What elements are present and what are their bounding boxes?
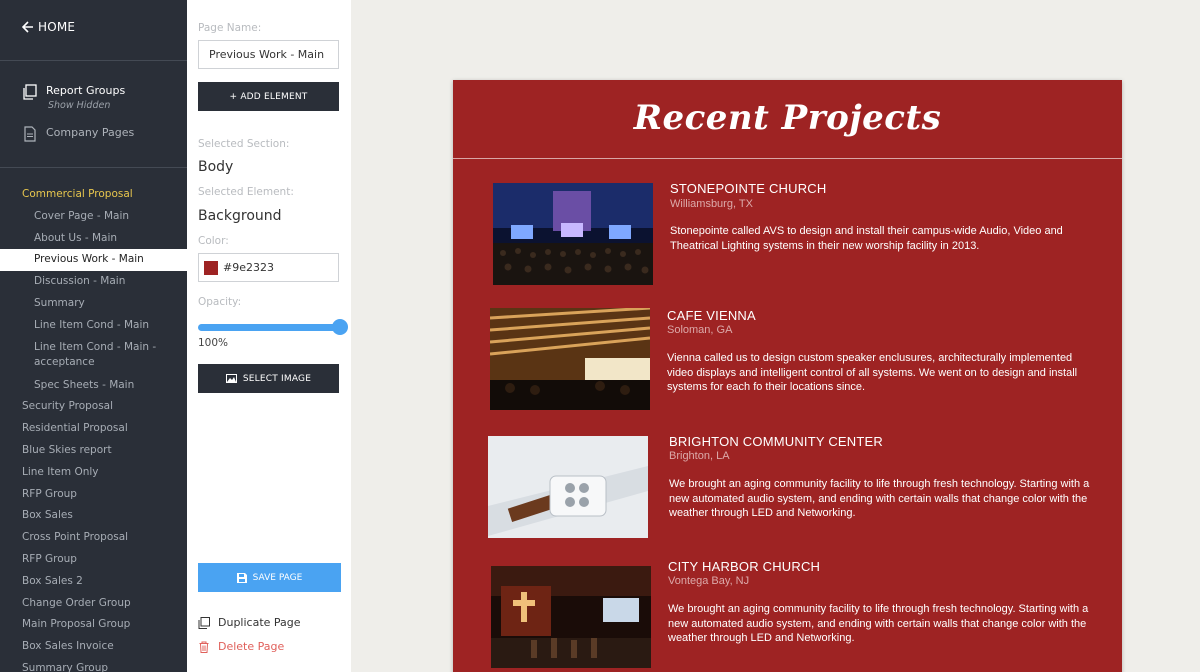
project-image-cafe-vienna[interactable] (490, 308, 650, 410)
save-page-button[interactable]: SAVE PAGE (198, 563, 341, 592)
trash-icon (199, 641, 209, 653)
save-icon (236, 572, 247, 583)
company-pages-label: Company Pages (46, 126, 135, 139)
home-link[interactable]: HOME (22, 20, 75, 34)
project-location[interactable]: Williamsburg, TX (670, 198, 753, 210)
opacity-slider-track[interactable] (198, 324, 343, 331)
page-preview[interactable]: Recent Projects STONEPOINTE CHURCH Willi… (453, 80, 1122, 672)
sidebar: HOME Report Groups Show Hidden Company P… (0, 0, 187, 672)
nav-group-rfp-group[interactable]: RFP Group (0, 484, 187, 506)
save-page-label: SAVE PAGE (252, 572, 303, 583)
selected-section-label: Selected Section: (198, 138, 290, 150)
color-label: Color: (198, 235, 229, 247)
nav-page-cover-page[interactable]: Cover Page - Main (0, 206, 187, 228)
nav-page-line-item-cond[interactable]: Line Item Cond - Main (0, 315, 187, 337)
document-icon (24, 126, 36, 142)
select-image-button[interactable]: SELECT IMAGE (198, 364, 339, 393)
nav-page-spec-sheets[interactable]: Spec Sheets - Main (0, 375, 187, 397)
company-pages-link[interactable]: Company Pages (22, 126, 134, 142)
project-image-city-harbor[interactable] (491, 566, 651, 668)
opacity-slider-handle[interactable] (332, 319, 348, 335)
color-value: #9e2323 (223, 261, 274, 274)
report-groups-label: Report Groups (46, 84, 126, 97)
project-name[interactable]: STONEPOINTE CHURCH (670, 181, 826, 196)
project-description[interactable]: Vienna called us to design custom speake… (667, 351, 1092, 395)
delete-page-link[interactable]: Delete Page (198, 640, 284, 653)
delete-page-label: Delete Page (218, 640, 285, 653)
project-location[interactable]: Brighton, LA (669, 450, 730, 462)
nav-group-blue-skies-report[interactable]: Blue Skies report (0, 440, 187, 462)
home-label: HOME (38, 20, 76, 34)
nav-group-security-proposal[interactable]: Security Proposal (0, 396, 187, 418)
report-groups-link[interactable]: Report Groups Show Hidden (22, 84, 125, 111)
page-title[interactable]: Recent Projects (453, 98, 1122, 138)
opacity-value: 100% (198, 337, 229, 349)
copy-icon (23, 84, 37, 100)
nav-group-box-sales-invoice[interactable]: Box Sales Invoice (0, 636, 187, 658)
color-swatch (204, 261, 218, 275)
nav-group-commercial-proposal[interactable]: Commercial Proposal (0, 184, 187, 206)
report-group-list: Commercial Proposal Cover Page - Main Ab… (0, 184, 187, 672)
arrow-left-icon (22, 21, 33, 33)
project-image-stonepointe[interactable] (493, 183, 653, 285)
nav-page-line-item-cond-acceptance[interactable]: Line Item Cond - Main - acceptance (0, 337, 187, 375)
select-image-label: SELECT IMAGE (242, 373, 312, 384)
nav-group-residential-proposal[interactable]: Residential Proposal (0, 418, 187, 440)
project-name[interactable]: CITY HARBOR CHURCH (668, 559, 820, 574)
page-name-label: Page Name: (198, 22, 262, 34)
nav-group-change-order-group[interactable]: Change Order Group (0, 593, 187, 615)
project-image-brighton[interactable] (488, 436, 648, 538)
project-name[interactable]: BRIGHTON COMMUNITY CENTER (669, 434, 883, 449)
page-editor-panel: Page Name: Previous Work - Main + ADD EL… (187, 0, 351, 672)
nav-group-box-sales[interactable]: Box Sales (0, 505, 187, 527)
duplicate-icon (198, 616, 210, 629)
selected-element-value: Background (198, 208, 282, 224)
project-description[interactable]: Stonepointe called AVS to design and ins… (670, 224, 1095, 253)
nav-group-summary-group[interactable]: Summary Group (0, 658, 187, 672)
add-element-label: + ADD ELEMENT (229, 91, 308, 102)
sidebar-divider (0, 167, 187, 168)
duplicate-page-link[interactable]: Duplicate Page (198, 616, 301, 629)
image-icon (225, 374, 237, 383)
duplicate-page-label: Duplicate Page (218, 616, 301, 629)
project-description[interactable]: We brought an aging community facility t… (668, 602, 1093, 646)
project-location[interactable]: Soloman, GA (667, 324, 732, 336)
show-hidden-link[interactable]: Show Hidden (48, 100, 125, 111)
nav-page-about-us[interactable]: About Us - Main (0, 228, 187, 250)
project-location[interactable]: Vontega Bay, NJ (668, 575, 749, 587)
opacity-label: Opacity: (198, 296, 242, 308)
nav-group-main-proposal-group[interactable]: Main Proposal Group (0, 614, 187, 636)
selected-element-label: Selected Element: (198, 186, 294, 198)
project-name[interactable]: CAFE VIENNA (667, 308, 756, 323)
selected-section-value: Body (198, 159, 234, 175)
color-input[interactable]: #9e2323 (198, 253, 339, 282)
add-element-button[interactable]: + ADD ELEMENT (198, 82, 339, 111)
nav-group-rfp-group-2[interactable]: RFP Group (0, 549, 187, 571)
nav-group-line-item-only[interactable]: Line Item Only (0, 462, 187, 484)
sidebar-divider (0, 60, 187, 61)
nav-group-box-sales-2[interactable]: Box Sales 2 (0, 571, 187, 593)
page-name-input[interactable]: Previous Work - Main (198, 40, 339, 69)
nav-page-summary[interactable]: Summary (0, 293, 187, 315)
nav-group-cross-point-proposal[interactable]: Cross Point Proposal (0, 527, 187, 549)
nav-page-discussion[interactable]: Discussion - Main (0, 271, 187, 293)
nav-page-previous-work[interactable]: Previous Work - Main (0, 249, 187, 272)
project-description[interactable]: We brought an aging community facility t… (669, 477, 1094, 521)
title-divider (453, 158, 1122, 159)
